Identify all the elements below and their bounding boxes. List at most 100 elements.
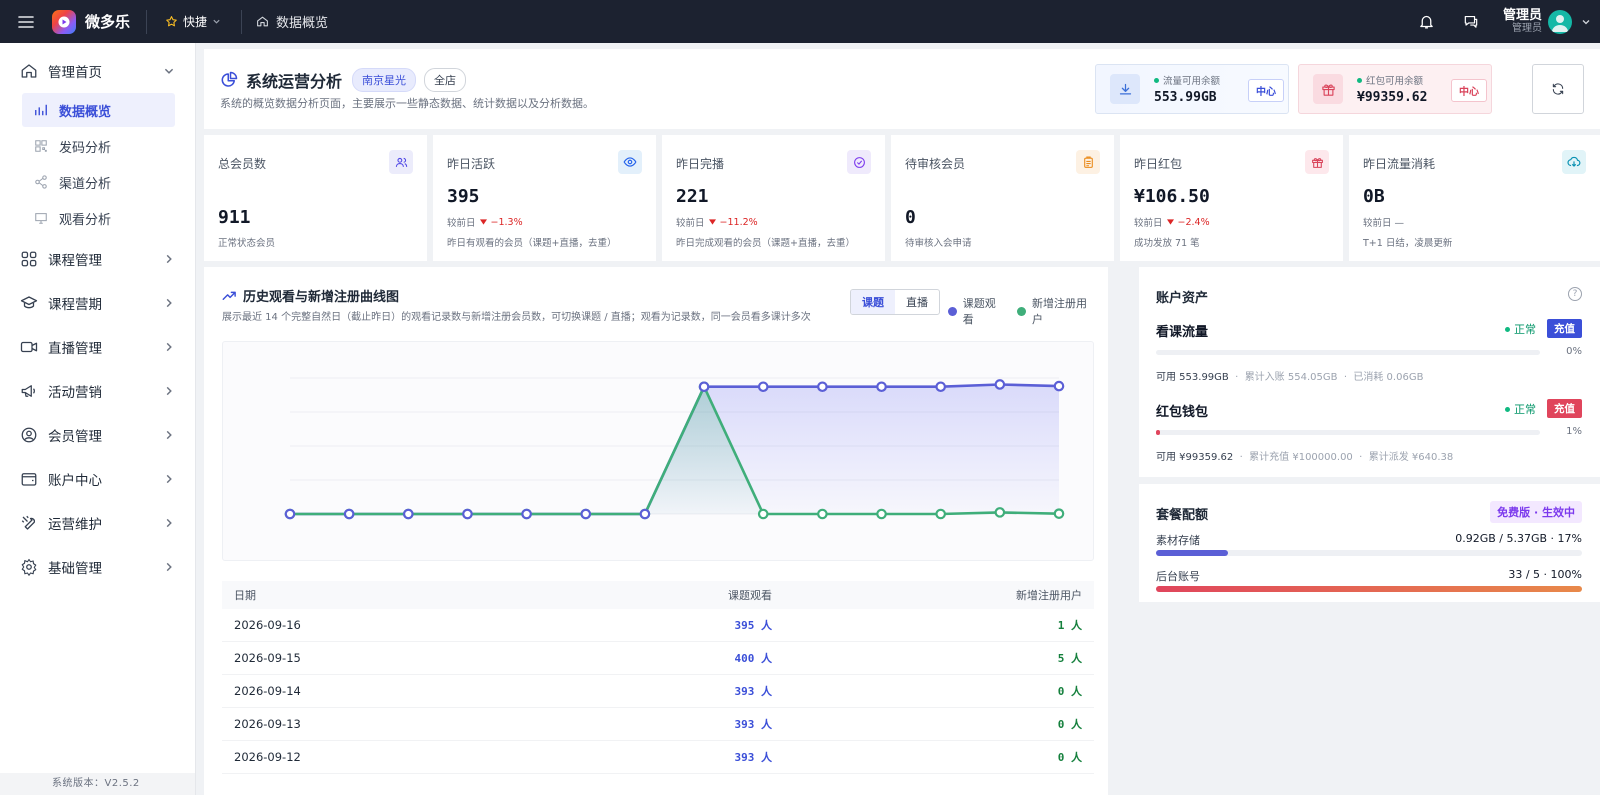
compare-label: 较前日: [447, 218, 476, 229]
top-bar: 微多乐 快捷 数据概览 管理员 管理员: [0, 0, 1600, 43]
caret-down-icon: [1166, 219, 1174, 225]
data-point: [935, 508, 946, 520]
accounts-row: 后台账号 33 / 5 · 100%: [1156, 568, 1582, 592]
flow-balance-label: 流量可用余额: [1163, 76, 1221, 87]
chevron-right-icon: [166, 386, 172, 396]
flow-center-button[interactable]: 中心: [1248, 79, 1284, 102]
sidebar-item-channel-analysis[interactable]: 渠道分析: [22, 165, 175, 199]
sidebar-group-member[interactable]: 会员管理: [0, 415, 195, 455]
data-point: [580, 508, 592, 520]
monitor-icon: [35, 213, 47, 224]
tab-live[interactable]: 直播: [895, 290, 939, 314]
flow-meta: 可用 553.99GB · 累计入账 554.05GB · 已消耗 0.06GB: [1156, 372, 1424, 383]
sidebar-item-overview[interactable]: 数据概览: [22, 93, 175, 127]
breadcrumb-current[interactable]: 数据概览: [276, 12, 328, 31]
cell-register: 1 人: [1057, 619, 1082, 632]
compare-delta: −2.4%: [1177, 216, 1210, 228]
compare-delta: −1.3%: [490, 216, 523, 228]
status-text: 正常: [1514, 323, 1536, 336]
account-assets-card: 账户资产 ? 看课流量 正常 充值 0% 可用 553.99GB · 累计入账 …: [1139, 267, 1600, 477]
data-point: [817, 508, 828, 520]
redpack-center-button[interactable]: 中心: [1451, 79, 1487, 102]
user-circle-icon: [21, 427, 37, 443]
legend-swatch: [1017, 306, 1027, 316]
sidebar-group-marketing[interactable]: 活动营销: [0, 371, 195, 411]
sidebar-group-home[interactable]: 管理首页: [0, 51, 195, 91]
stat-label: 昨日红包: [1134, 157, 1183, 171]
cloud-download-icon: [1562, 150, 1586, 174]
legend-item-register[interactable]: 新增注册用户: [1017, 295, 1096, 327]
compare-label: 较前日 —: [1363, 218, 1405, 229]
help-icon[interactable]: ?: [1568, 287, 1582, 301]
stat-card-completed: 昨日完播 221 较前日 −11.2% 昨日完成观看的会员（课题+直播，去重）: [662, 135, 885, 261]
data-point: [284, 508, 296, 520]
caret-down-icon: [708, 219, 716, 225]
menu-toggle-icon[interactable]: [0, 0, 52, 43]
sidebar-group-label: 基础管理: [48, 561, 102, 577]
stat-subtext: 成功发放 71 笔: [1134, 238, 1200, 249]
stat-value: 911: [218, 207, 251, 228]
sidebar-group-course[interactable]: 课程管理: [0, 239, 195, 279]
graduation-cap-icon: [20, 296, 38, 309]
cell-register: 0 人: [1057, 751, 1082, 764]
stat-subtext: 正常状态会员: [218, 238, 276, 249]
stat-subtext: 昨日有观看的会员（课题+直播，去重）: [447, 238, 617, 249]
table-row: 2026-09-14 393 人 0 人: [222, 675, 1094, 708]
table-row: 2026-09-13 393 人 0 人: [222, 708, 1094, 741]
sidebar-group-label: 课程管理: [48, 253, 102, 269]
data-point: [935, 381, 946, 393]
quick-menu-button[interactable]: 快捷: [147, 13, 241, 30]
sidebar-item-label: 数据概览: [59, 104, 112, 120]
sidebar-group-live[interactable]: 直播管理: [0, 327, 195, 367]
chevron-down-icon[interactable]: [1572, 17, 1600, 27]
qrcode-icon: [35, 140, 47, 152]
store-tag[interactable]: 南京星光: [352, 68, 417, 92]
table-header: 日期 课题观看 新增注册用户: [222, 581, 1094, 609]
user-role: 管理员: [1512, 23, 1542, 35]
avatar[interactable]: [1548, 9, 1572, 34]
recharge-flow-button[interactable]: 充值: [1547, 319, 1582, 338]
stat-card-total-members: 总会员数 911 正常状态会员: [204, 135, 427, 261]
message-icon[interactable]: [1449, 0, 1493, 43]
sidebar-group-label: 直播管理: [48, 341, 102, 357]
tab-course[interactable]: 课题: [851, 290, 895, 314]
recharge-wallet-button[interactable]: 充值: [1547, 399, 1582, 418]
scope-tag[interactable]: 全店: [424, 68, 467, 92]
sidebar-item-view-analysis[interactable]: 观看分析: [22, 201, 175, 235]
wallet-available: 可用 ¥99359.62: [1156, 452, 1234, 463]
data-point: [876, 508, 887, 520]
wallet-total: 累计充值 ¥100000.00: [1249, 452, 1353, 463]
stat-card-redpack: 昨日红包 ¥106.50 较前日 −2.4% 成功发放 71 笔: [1120, 135, 1343, 261]
accounts-label: 后台账号: [1156, 570, 1200, 583]
quick-label: 快捷: [183, 15, 208, 29]
status-dot: [1154, 77, 1159, 83]
check-circle-icon: [847, 150, 871, 174]
storage-row: 素材存储 0.92GB / 5.37GB · 17%: [1156, 532, 1582, 556]
page-header: 系统运营分析 南京星光 全店 系统的概览数据分析页面，主要展示一些静态数据、统计…: [204, 49, 1600, 129]
wallet-progress-fill: [1156, 430, 1160, 435]
sidebar-group-ops[interactable]: 运营维护: [0, 503, 195, 543]
sidebar-item-code-analysis[interactable]: 发码分析: [22, 129, 175, 163]
sidebar-group-basic[interactable]: 基础管理: [0, 547, 195, 587]
storage-value: 0.92GB / 5.37GB · 17%: [1455, 532, 1582, 545]
sidebar: 管理首页 数据概览 发码分析 渠道分析 观看分析 课程管理 课程营期 直播管理 …: [0, 43, 196, 795]
caret-down-icon: [479, 219, 487, 225]
users-icon: [389, 150, 413, 174]
flow-balance-card[interactable]: 流量可用余额 553.99GB 中心: [1095, 64, 1289, 114]
flow-section: 看课流量 正常 充值 0% 可用 553.99GB · 累计入账 554.05G…: [1156, 319, 1582, 383]
sidebar-group-course-period[interactable]: 课程营期: [0, 283, 195, 323]
redpack-balance-value: ¥99359.62: [1357, 90, 1428, 105]
accounts-progress-fill: [1156, 586, 1582, 592]
grid-icon: [21, 251, 37, 267]
cell-date: 2026-09-12: [234, 750, 301, 764]
status-dot: [1505, 326, 1510, 332]
user-info[interactable]: 管理员 管理员: [1503, 8, 1542, 35]
table-row: 2026-09-16 395 人 1 人: [222, 609, 1094, 642]
refresh-button[interactable]: [1532, 64, 1584, 114]
megaphone-icon: [21, 385, 35, 397]
redpack-balance-card[interactable]: 红包可用余额 ¥99359.62 中心: [1298, 64, 1492, 114]
chevron-right-icon: [166, 298, 172, 308]
legend-item-watch[interactable]: 课题观看: [948, 295, 1005, 327]
sidebar-group-account[interactable]: 账户中心: [0, 459, 195, 499]
bell-icon[interactable]: [1405, 0, 1449, 43]
